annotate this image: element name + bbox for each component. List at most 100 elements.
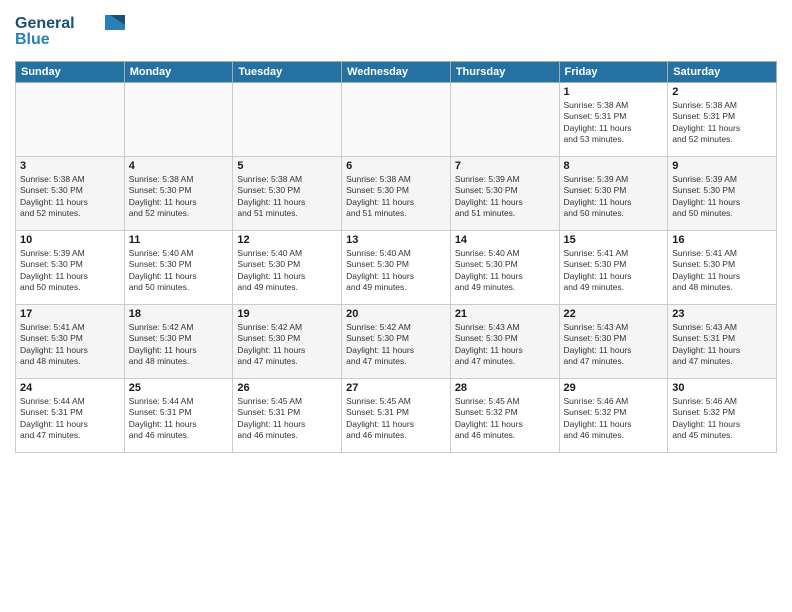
logo: General Blue bbox=[15, 10, 125, 55]
calendar-cell: 18 Sunrise: 5:42 AM Sunset: 5:30 PM Dayli… bbox=[124, 305, 233, 379]
day-info: Sunrise: 5:39 AM Sunset: 5:30 PM Dayligh… bbox=[672, 174, 772, 220]
calendar-cell: 7 Sunrise: 5:39 AM Sunset: 5:30 PM Daylig… bbox=[450, 157, 559, 231]
day-info: Sunrise: 5:46 AM Sunset: 5:32 PM Dayligh… bbox=[564, 396, 664, 442]
calendar-cell bbox=[233, 83, 342, 157]
day-number: 18 bbox=[129, 308, 229, 320]
day-info: Sunrise: 5:38 AM Sunset: 5:30 PM Dayligh… bbox=[346, 174, 446, 220]
day-number: 26 bbox=[237, 382, 337, 394]
day-number: 13 bbox=[346, 234, 446, 246]
day-info: Sunrise: 5:41 AM Sunset: 5:30 PM Dayligh… bbox=[20, 322, 120, 368]
calendar-cell: 14 Sunrise: 5:40 AM Sunset: 5:30 PM Dayli… bbox=[450, 231, 559, 305]
day-number: 1 bbox=[564, 86, 664, 98]
day-info: Sunrise: 5:38 AM Sunset: 5:30 PM Dayligh… bbox=[129, 174, 229, 220]
calendar-cell: 28 Sunrise: 5:45 AM Sunset: 5:32 PM Dayli… bbox=[450, 379, 559, 453]
calendar-week-row: 17 Sunrise: 5:41 AM Sunset: 5:30 PM Dayli… bbox=[16, 305, 777, 379]
calendar-week-row: 10Sunrise: 5:39 AM Sunset: 5:30 PM Dayli… bbox=[16, 231, 777, 305]
day-number: 14 bbox=[455, 234, 555, 246]
calendar-cell: 27 Sunrise: 5:45 AM Sunset: 5:31 PM Dayli… bbox=[342, 379, 451, 453]
calendar-cell bbox=[124, 83, 233, 157]
day-info: Sunrise: 5:40 AM Sunset: 5:30 PM Dayligh… bbox=[129, 248, 229, 294]
day-number: 16 bbox=[672, 234, 772, 246]
calendar-cell: 15Sunrise: 5:41 AM Sunset: 5:30 PM Dayli… bbox=[559, 231, 668, 305]
calendar-cell bbox=[342, 83, 451, 157]
calendar-cell: 25Sunrise: 5:44 AM Sunset: 5:31 PM Dayli… bbox=[124, 379, 233, 453]
calendar-cell: 20 Sunrise: 5:42 AM Sunset: 5:30 PM Dayli… bbox=[342, 305, 451, 379]
weekday-header: Friday bbox=[559, 62, 668, 83]
day-number: 6 bbox=[346, 160, 446, 172]
day-number: 19 bbox=[237, 308, 337, 320]
calendar-cell bbox=[450, 83, 559, 157]
calendar-cell: 19 Sunrise: 5:42 AM Sunset: 5:30 PM Dayli… bbox=[233, 305, 342, 379]
weekday-header: Thursday bbox=[450, 62, 559, 83]
day-info: Sunrise: 5:45 AM Sunset: 5:32 PM Dayligh… bbox=[455, 396, 555, 442]
day-number: 24 bbox=[20, 382, 120, 394]
day-info: Sunrise: 5:45 AM Sunset: 5:31 PM Dayligh… bbox=[346, 396, 446, 442]
day-number: 27 bbox=[346, 382, 446, 394]
day-info: Sunrise: 5:42 AM Sunset: 5:30 PM Dayligh… bbox=[237, 322, 337, 368]
calendar-cell: 11Sunrise: 5:40 AM Sunset: 5:30 PM Dayli… bbox=[124, 231, 233, 305]
day-number: 10 bbox=[20, 234, 120, 246]
calendar-cell: 10Sunrise: 5:39 AM Sunset: 5:30 PM Dayli… bbox=[16, 231, 125, 305]
day-info: Sunrise: 5:44 AM Sunset: 5:31 PM Dayligh… bbox=[20, 396, 120, 442]
calendar-cell: 30 Sunrise: 5:46 AM Sunset: 5:32 PM Dayli… bbox=[668, 379, 777, 453]
weekday-header: Monday bbox=[124, 62, 233, 83]
calendar-cell: 5Sunrise: 5:38 AM Sunset: 5:30 PM Daylig… bbox=[233, 157, 342, 231]
weekday-header: Saturday bbox=[668, 62, 777, 83]
day-number: 5 bbox=[237, 160, 337, 172]
day-number: 21 bbox=[455, 308, 555, 320]
calendar-header-row: SundayMondayTuesdayWednesdayThursdayFrid… bbox=[16, 62, 777, 83]
calendar-cell: 12 Sunrise: 5:40 AM Sunset: 5:30 PM Dayli… bbox=[233, 231, 342, 305]
day-number: 28 bbox=[455, 382, 555, 394]
day-number: 2 bbox=[672, 86, 772, 98]
header: General Blue bbox=[15, 10, 777, 55]
calendar-cell: 3 Sunrise: 5:38 AM Sunset: 5:30 PM Daylig… bbox=[16, 157, 125, 231]
day-info: Sunrise: 5:41 AM Sunset: 5:30 PM Dayligh… bbox=[672, 248, 772, 294]
weekday-header: Wednesday bbox=[342, 62, 451, 83]
day-info: Sunrise: 5:40 AM Sunset: 5:30 PM Dayligh… bbox=[237, 248, 337, 294]
day-info: Sunrise: 5:41 AM Sunset: 5:30 PM Dayligh… bbox=[564, 248, 664, 294]
day-number: 20 bbox=[346, 308, 446, 320]
day-info: Sunrise: 5:44 AM Sunset: 5:31 PM Dayligh… bbox=[129, 396, 229, 442]
day-number: 30 bbox=[672, 382, 772, 394]
calendar-cell: 2 Sunrise: 5:38 AM Sunset: 5:31 PM Daylig… bbox=[668, 83, 777, 157]
weekday-header: Sunday bbox=[16, 62, 125, 83]
calendar-cell: 29Sunrise: 5:46 AM Sunset: 5:32 PM Dayli… bbox=[559, 379, 668, 453]
day-info: Sunrise: 5:42 AM Sunset: 5:30 PM Dayligh… bbox=[129, 322, 229, 368]
weekday-header: Tuesday bbox=[233, 62, 342, 83]
day-info: Sunrise: 5:40 AM Sunset: 5:30 PM Dayligh… bbox=[455, 248, 555, 294]
day-info: Sunrise: 5:40 AM Sunset: 5:30 PM Dayligh… bbox=[346, 248, 446, 294]
calendar-week-row: 1 Sunrise: 5:38 AM Sunset: 5:31 PM Daylig… bbox=[16, 83, 777, 157]
calendar-cell: 22Sunrise: 5:43 AM Sunset: 5:30 PM Dayli… bbox=[559, 305, 668, 379]
day-info: Sunrise: 5:42 AM Sunset: 5:30 PM Dayligh… bbox=[346, 322, 446, 368]
calendar-cell: 13 Sunrise: 5:40 AM Sunset: 5:30 PM Dayli… bbox=[342, 231, 451, 305]
logo-text: General Blue bbox=[15, 10, 125, 55]
calendar-cell: 26 Sunrise: 5:45 AM Sunset: 5:31 PM Dayli… bbox=[233, 379, 342, 453]
day-info: Sunrise: 5:45 AM Sunset: 5:31 PM Dayligh… bbox=[237, 396, 337, 442]
calendar-week-row: 3 Sunrise: 5:38 AM Sunset: 5:30 PM Daylig… bbox=[16, 157, 777, 231]
calendar-cell: 8 Sunrise: 5:39 AM Sunset: 5:30 PM Daylig… bbox=[559, 157, 668, 231]
day-number: 7 bbox=[455, 160, 555, 172]
day-number: 9 bbox=[672, 160, 772, 172]
day-info: Sunrise: 5:38 AM Sunset: 5:31 PM Dayligh… bbox=[672, 100, 772, 146]
day-info: Sunrise: 5:39 AM Sunset: 5:30 PM Dayligh… bbox=[455, 174, 555, 220]
day-info: Sunrise: 5:38 AM Sunset: 5:30 PM Dayligh… bbox=[20, 174, 120, 220]
day-number: 12 bbox=[237, 234, 337, 246]
calendar-cell: 9 Sunrise: 5:39 AM Sunset: 5:30 PM Daylig… bbox=[668, 157, 777, 231]
day-info: Sunrise: 5:39 AM Sunset: 5:30 PM Dayligh… bbox=[564, 174, 664, 220]
day-info: Sunrise: 5:43 AM Sunset: 5:30 PM Dayligh… bbox=[455, 322, 555, 368]
day-number: 22 bbox=[564, 308, 664, 320]
calendar-cell: 21 Sunrise: 5:43 AM Sunset: 5:30 PM Dayli… bbox=[450, 305, 559, 379]
day-number: 8 bbox=[564, 160, 664, 172]
day-info: Sunrise: 5:46 AM Sunset: 5:32 PM Dayligh… bbox=[672, 396, 772, 442]
day-number: 17 bbox=[20, 308, 120, 320]
calendar-cell bbox=[16, 83, 125, 157]
calendar-cell: 23Sunrise: 5:43 AM Sunset: 5:31 PM Dayli… bbox=[668, 305, 777, 379]
day-number: 3 bbox=[20, 160, 120, 172]
calendar-cell: 6 Sunrise: 5:38 AM Sunset: 5:30 PM Daylig… bbox=[342, 157, 451, 231]
calendar: SundayMondayTuesdayWednesdayThursdayFrid… bbox=[15, 61, 777, 453]
svg-text:General: General bbox=[15, 15, 75, 32]
calendar-cell: 17 Sunrise: 5:41 AM Sunset: 5:30 PM Dayli… bbox=[16, 305, 125, 379]
calendar-cell: 16 Sunrise: 5:41 AM Sunset: 5:30 PM Dayli… bbox=[668, 231, 777, 305]
page: General Blue SundayMondayTuesdayWednesda… bbox=[0, 0, 792, 612]
svg-text:Blue: Blue bbox=[15, 31, 50, 48]
